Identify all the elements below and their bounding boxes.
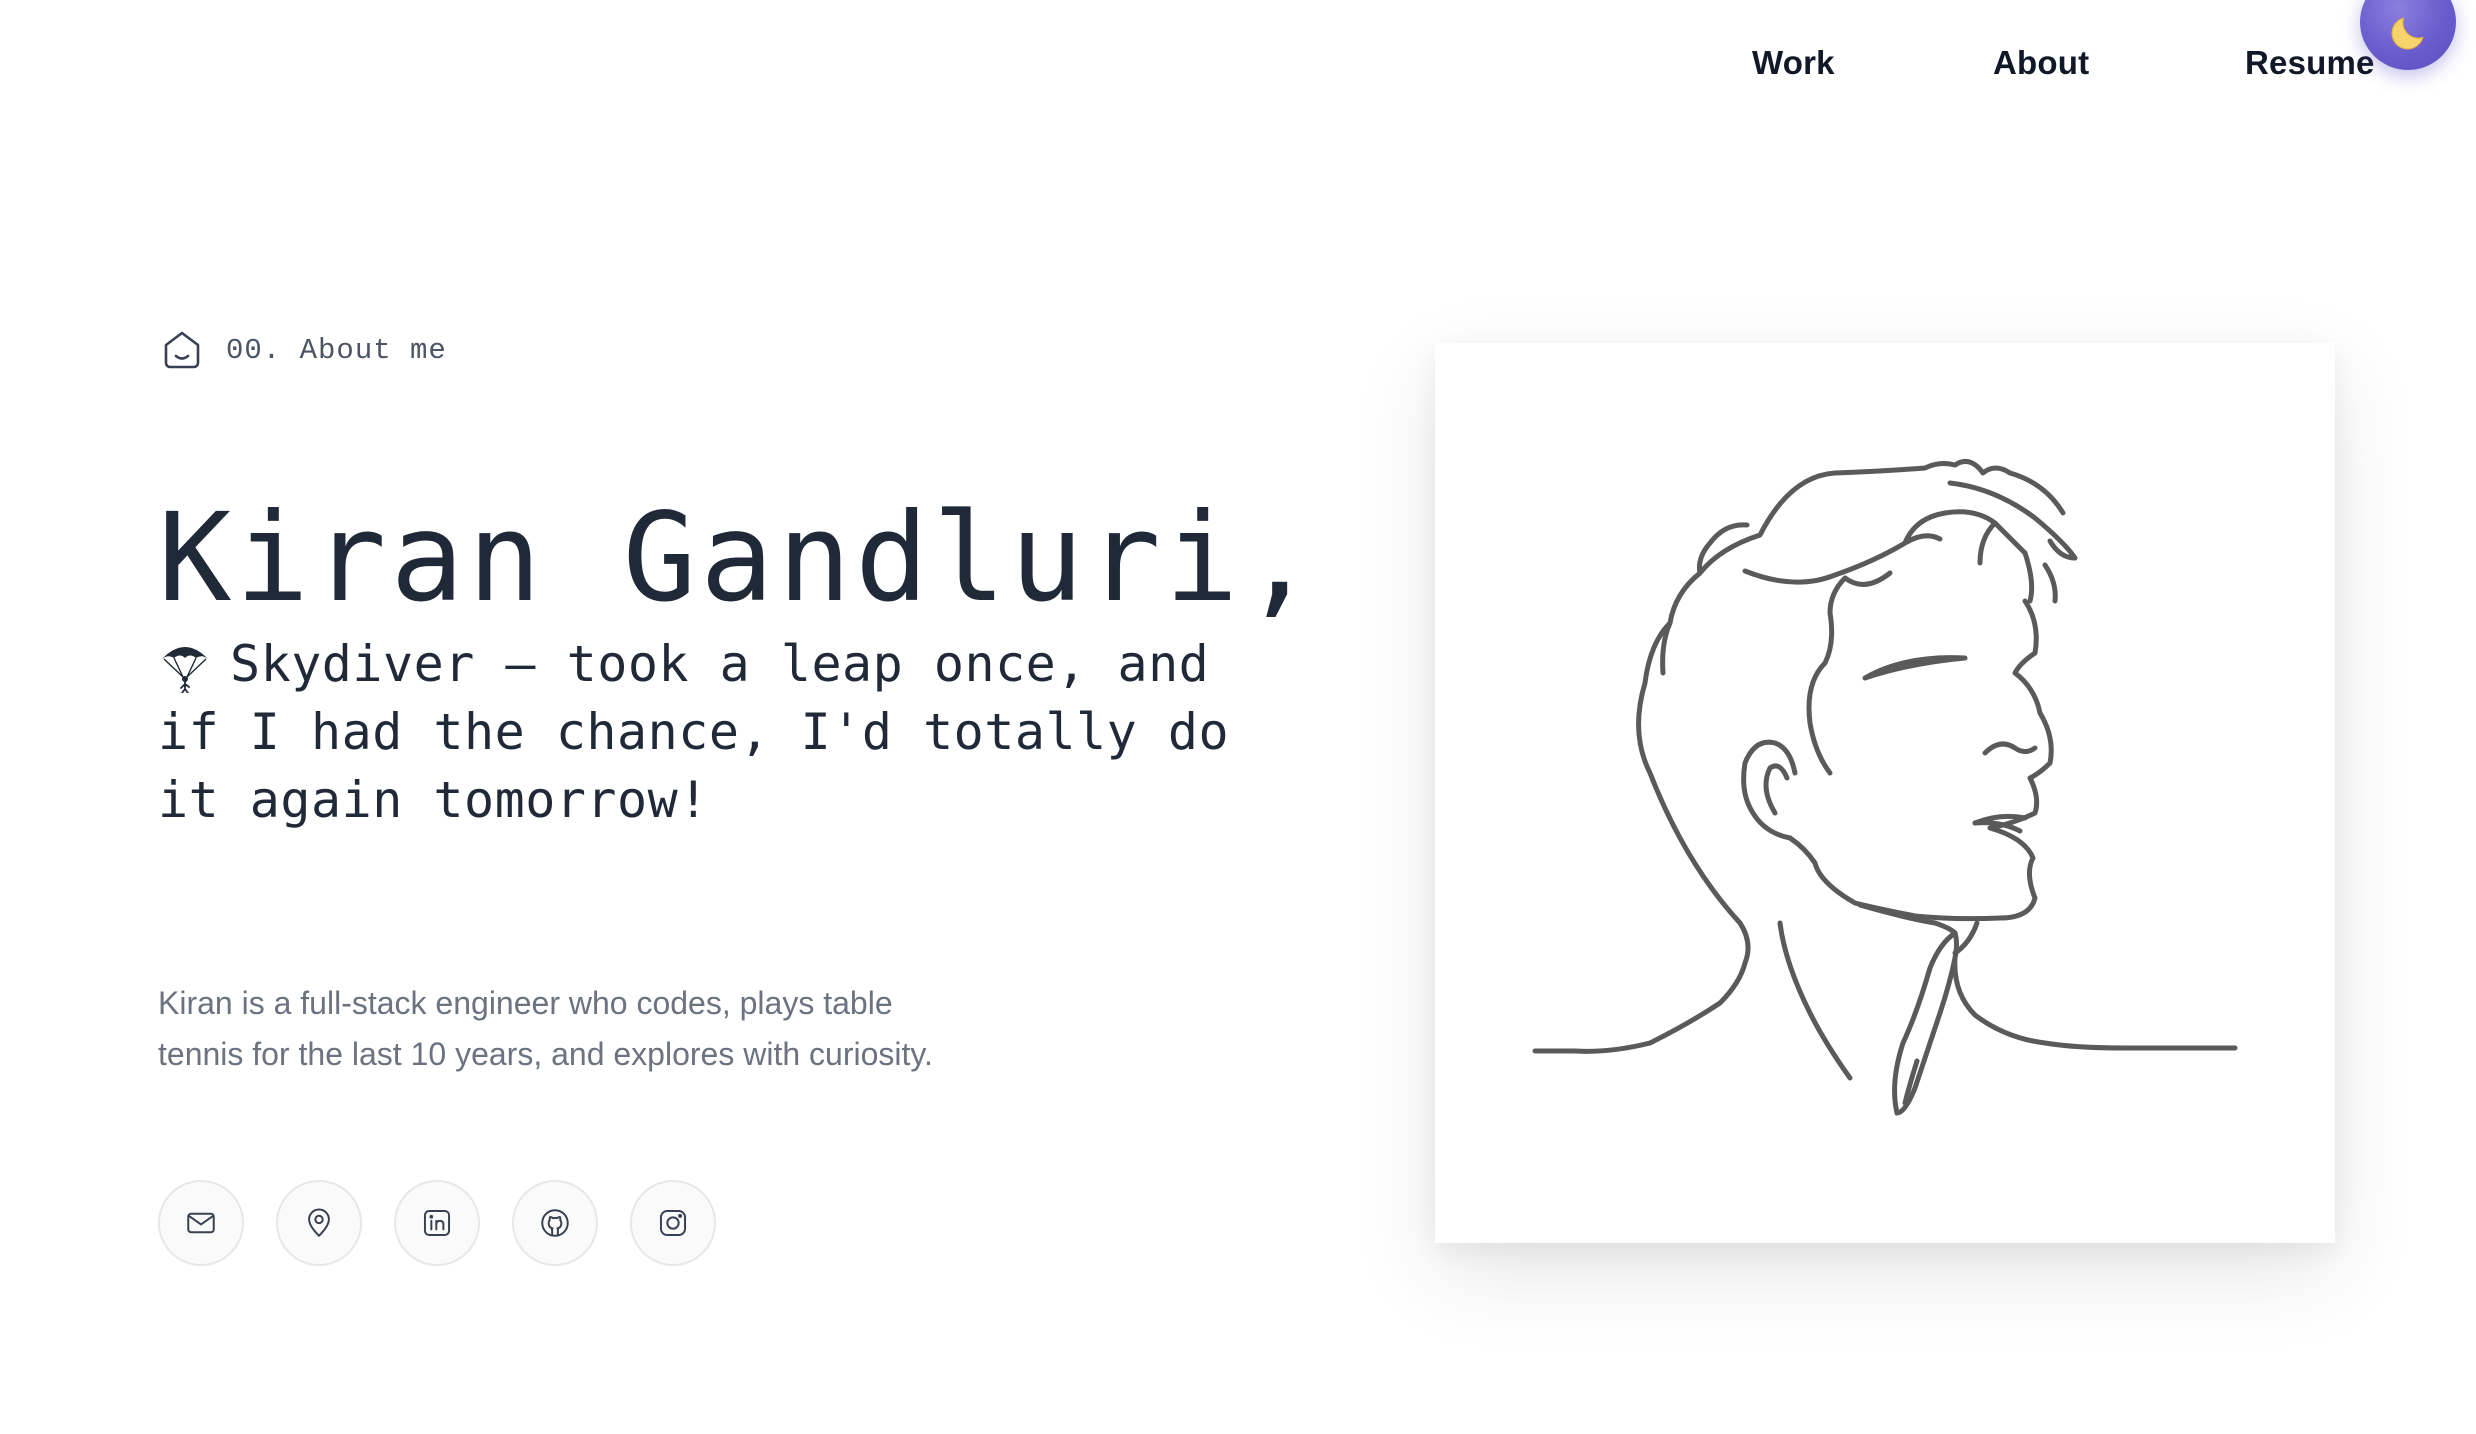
nav-link-resume[interactable]: Resume — [2245, 44, 2375, 82]
nav-link-work[interactable]: Work — [1752, 44, 1835, 82]
hero-tagline: Skydiver — took a leap once, and if I ha… — [158, 630, 1268, 834]
email-link[interactable] — [158, 1180, 244, 1266]
social-links — [158, 1180, 716, 1266]
linkedin-link[interactable] — [394, 1180, 480, 1266]
instagram-link[interactable] — [630, 1180, 716, 1266]
moon-icon — [2391, 17, 2424, 50]
line-art-portrait — [1532, 458, 2238, 1116]
instagram-icon — [659, 1209, 687, 1237]
hero-tagline-text: Skydiver — took a leap once, and if I ha… — [158, 635, 1230, 829]
location-link[interactable] — [276, 1180, 362, 1266]
parachute-icon — [162, 647, 208, 693]
hero-name: Kiran Gandluri, — [158, 487, 1320, 629]
top-navigation: Work About Resume — [0, 0, 2476, 140]
mail-icon — [187, 1212, 215, 1234]
portrait-card — [1435, 343, 2335, 1243]
nav-link-about[interactable]: About — [1993, 44, 2089, 82]
github-icon — [541, 1209, 569, 1237]
bio-paragraph: Kiran is a full-stack engineer who codes… — [158, 985, 933, 1072]
section-label: 00. About me — [158, 326, 447, 374]
linkedin-icon — [423, 1209, 451, 1237]
github-link[interactable] — [512, 1180, 598, 1266]
home-icon — [164, 331, 200, 369]
section-label-text: 00. About me — [226, 333, 447, 367]
location-pin-icon — [308, 1208, 330, 1237]
